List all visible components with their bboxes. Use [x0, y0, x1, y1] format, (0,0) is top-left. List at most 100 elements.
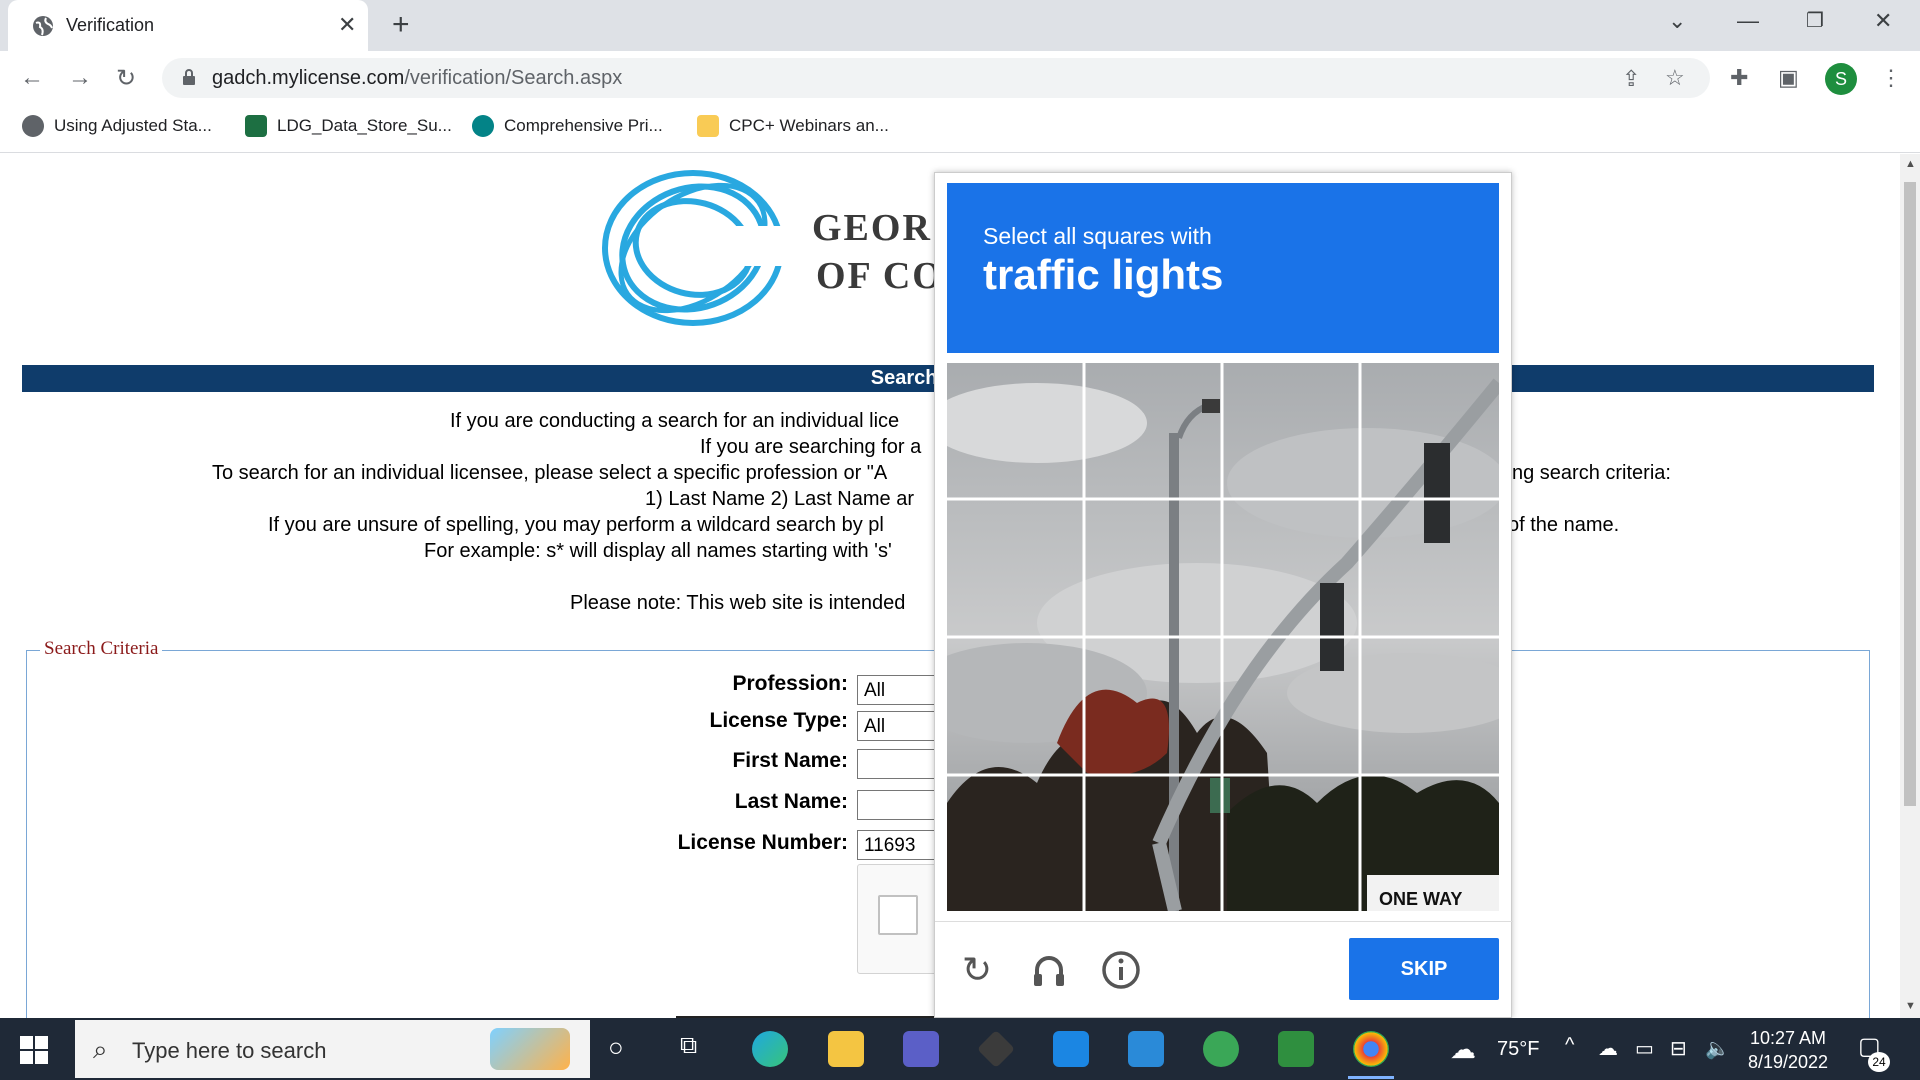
captcha-footer: ↻ SKIP	[935, 921, 1513, 1019]
last-name-label: Last Name:	[734, 790, 848, 813]
captcha-tile[interactable]	[947, 500, 1082, 634]
instruction-text: ng search criteria:	[1512, 462, 1671, 484]
captcha-instruction: Select all squares with	[983, 223, 1212, 249]
profile-avatar[interactable]: S	[1825, 63, 1857, 95]
captcha-tile[interactable]	[947, 363, 1082, 497]
captcha-tile[interactable]	[1085, 776, 1220, 910]
info-icon[interactable]	[1101, 950, 1141, 990]
recaptcha-checkbox[interactable]	[878, 895, 918, 935]
reload-icon[interactable]: ↻	[116, 64, 136, 93]
bookmark-star-icon[interactable]: ☆	[1665, 65, 1685, 91]
globe-icon	[33, 16, 53, 36]
bookmark-item[interactable]: Using Adjusted Sta...	[22, 115, 212, 137]
tab-search-icon[interactable]: ⌄	[1668, 8, 1686, 34]
scroll-up-icon[interactable]: ▲	[1905, 158, 1916, 170]
search-highlight-icon	[490, 1028, 570, 1070]
network-icon[interactable]: ⊟	[1670, 1036, 1687, 1061]
sharepoint-icon	[472, 115, 494, 137]
temperature[interactable]: 75°F	[1497, 1038, 1539, 1061]
captcha-challenge: Select all squares with traffic lights O…	[934, 172, 1513, 1019]
folder-icon	[697, 115, 719, 137]
clock[interactable]: 10:27 AM 8/19/2022	[1738, 1026, 1838, 1074]
captcha-tile[interactable]	[1085, 500, 1220, 634]
bookmark-item[interactable]: LDG_Data_Store_Su...	[245, 115, 452, 137]
address-bar[interactable]: gadch.mylicense.com/verification/Search.…	[162, 58, 1710, 98]
close-window-icon[interactable]: ✕	[1874, 8, 1892, 34]
chrome-icon[interactable]	[1353, 1031, 1389, 1067]
instruction-text: For example: s* will display all names s…	[424, 540, 892, 562]
captcha-tile[interactable]	[1361, 776, 1496, 910]
extensions-icon[interactable]: ✚	[1730, 65, 1748, 91]
active-indicator	[1348, 1076, 1394, 1079]
reload-icon[interactable]: ↻	[957, 950, 997, 990]
captcha-tile[interactable]	[1223, 500, 1358, 634]
first-name-label: First Name:	[732, 749, 848, 772]
captcha-tile[interactable]	[1085, 638, 1220, 772]
taskbar-search[interactable]: ⌕ Type here to search	[75, 1020, 590, 1078]
instruction-text: 1) Last Name 2) Last Name ar	[645, 488, 914, 510]
browser-tab[interactable]: Verification ✕	[8, 0, 368, 51]
scrollbar-thumb[interactable]	[1904, 182, 1916, 806]
captcha-tile[interactable]	[1223, 638, 1358, 772]
vscode-icon[interactable]	[1128, 1031, 1164, 1067]
minimize-icon[interactable]: —	[1737, 8, 1759, 34]
battery-icon[interactable]: ▭	[1635, 1036, 1654, 1061]
bookmark-item[interactable]: CPC+ Webinars an...	[697, 115, 889, 137]
menu-icon[interactable]: ⋮	[1880, 65, 1902, 91]
close-tab-icon[interactable]: ✕	[338, 12, 356, 38]
captcha-tile[interactable]	[1361, 638, 1496, 772]
task-view-icon[interactable]: ⧉	[680, 1032, 697, 1060]
instruction-text: To search for an individual licensee, pl…	[212, 462, 888, 484]
page-scrollbar[interactable]: ▲ ▼	[1900, 154, 1920, 1018]
onedrive-icon[interactable]: ☁	[1598, 1036, 1618, 1061]
edge-icon[interactable]	[752, 1031, 788, 1067]
instruction-text: Please note: This web site is intended	[570, 592, 906, 614]
globe-icon	[22, 115, 44, 137]
instruction-text: of the name.	[1508, 514, 1620, 536]
teams-icon[interactable]	[903, 1031, 939, 1067]
excel-icon	[245, 115, 267, 137]
captcha-tile[interactable]	[1361, 363, 1496, 497]
restore-icon[interactable]: ❐	[1806, 8, 1824, 33]
captcha-target: traffic lights	[983, 251, 1224, 298]
file-explorer-icon[interactable]	[828, 1031, 864, 1067]
app-icon[interactable]	[976, 1029, 1016, 1069]
bookmarks-bar: Using Adjusted Sta... LDG_Data_Store_Su.…	[0, 105, 1920, 153]
back-icon[interactable]: ←	[20, 64, 44, 92]
app-play-icon[interactable]	[1278, 1031, 1314, 1067]
windows-start-icon[interactable]	[20, 1036, 48, 1064]
captcha-tile[interactable]	[947, 638, 1082, 772]
logo-icon	[602, 170, 788, 326]
app-globe-icon[interactable]	[1203, 1031, 1239, 1067]
share-icon[interactable]: ⇪	[1622, 66, 1640, 92]
tab-title: Verification	[66, 15, 155, 35]
skip-button[interactable]: SKIP	[1349, 938, 1499, 1000]
license-number-label: License Number:	[677, 831, 848, 854]
url-text: gadch.mylicense.com/verification/Search.…	[212, 67, 623, 89]
bookmark-item[interactable]: Comprehensive Pri...	[472, 115, 663, 137]
app-s-icon[interactable]	[1053, 1031, 1089, 1067]
captcha-tile[interactable]	[1223, 363, 1358, 497]
instruction-text: If you are unsure of spelling, you may p…	[268, 514, 884, 536]
taskbar: ⌕ Type here to search ○ ⧉ ☁ 75°F ^ ☁ ▭ ⊟…	[0, 1018, 1920, 1080]
new-tab-button[interactable]: +	[392, 8, 410, 42]
lock-icon	[183, 69, 195, 85]
captcha-tile[interactable]	[1223, 776, 1358, 910]
scroll-down-icon[interactable]: ▼	[1905, 1000, 1916, 1012]
search-icon: ⌕	[93, 1034, 108, 1064]
browser-toolbar: ← → ↻ gadch.mylicense.com/verification/S…	[0, 51, 1920, 105]
audio-icon[interactable]	[1029, 950, 1069, 990]
cortana-icon[interactable]: ○	[608, 1032, 624, 1063]
forward-icon[interactable]: →	[68, 64, 92, 92]
tab-strip: Verification ✕ + ⌄ — ❐ ✕	[0, 0, 1920, 51]
tray-chevron-icon[interactable]: ^	[1565, 1034, 1574, 1057]
side-panel-icon[interactable]: ▣	[1778, 65, 1799, 91]
captcha-tile[interactable]	[947, 776, 1082, 910]
logo-text: GEOR	[812, 207, 932, 249]
profession-label: Profession:	[732, 672, 848, 695]
volume-icon[interactable]: 🔈	[1705, 1036, 1730, 1061]
captcha-tile[interactable]	[1085, 363, 1220, 497]
weather-cloud-icon[interactable]: ☁	[1450, 1034, 1476, 1065]
captcha-header: Select all squares with traffic lights	[947, 183, 1499, 353]
captcha-tile[interactable]	[1361, 500, 1496, 634]
